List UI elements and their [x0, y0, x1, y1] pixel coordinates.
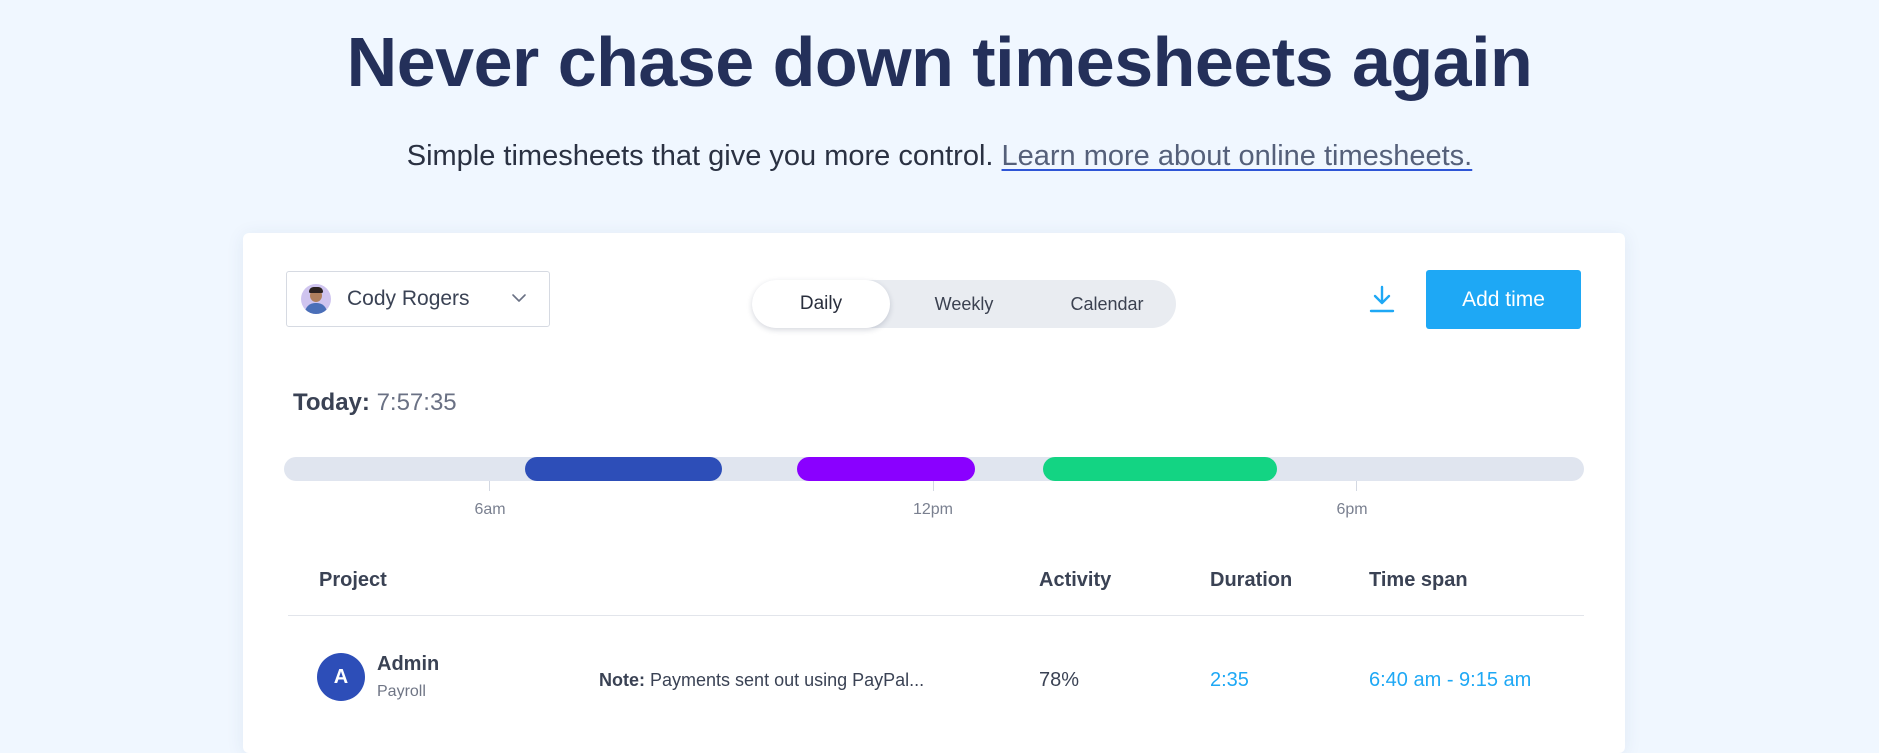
time-span-value[interactable]: 6:40 am - 9:15 am — [1369, 669, 1531, 692]
note-text: Payments sent out using PayPal... — [650, 670, 925, 690]
entry-note: Note: Payments sent out using PayPal... — [599, 670, 924, 691]
project-subtitle: Payroll — [377, 683, 426, 700]
avatar — [301, 284, 331, 314]
timeline-segment-3[interactable] — [1043, 457, 1277, 481]
tick-mark — [933, 481, 934, 491]
project-name: Admin — [377, 653, 440, 675]
note-label: Note: — [599, 670, 645, 690]
user-select[interactable]: Cody Rogers — [286, 271, 550, 327]
column-header-activity: Activity — [1039, 569, 1112, 591]
project-avatar: A — [317, 653, 365, 701]
today-summary: Today: 7:57:35 — [293, 389, 457, 417]
timeline-segment-1[interactable] — [525, 457, 722, 481]
tick-mark — [1356, 481, 1357, 491]
timesheet-card: Cody Rogers Daily Weekly Calendar Add ti… — [243, 233, 1625, 753]
tab-weekly[interactable]: Weekly — [890, 280, 1038, 328]
learn-more-link[interactable]: Learn more about online timesheets. — [1002, 140, 1473, 172]
day-timeline — [284, 457, 1584, 491]
chevron-down-icon — [512, 294, 526, 302]
duration-value[interactable]: 2:35 — [1210, 669, 1249, 692]
user-name: Cody Rogers — [347, 287, 470, 310]
today-label: Today: — [293, 389, 370, 416]
tick-label-6pm: 6pm — [1336, 501, 1368, 518]
column-header-time-span: Time span — [1369, 569, 1468, 591]
column-header-project: Project — [319, 569, 387, 591]
column-header-duration: Duration — [1210, 569, 1293, 591]
tab-daily[interactable]: Daily — [752, 280, 890, 328]
tab-calendar[interactable]: Calendar — [1038, 280, 1176, 328]
view-toggle: Daily Weekly Calendar — [752, 280, 1176, 328]
tick-label-6am: 6am — [474, 501, 506, 518]
activity-value: 78% — [1039, 669, 1080, 691]
subtitle-text: Simple timesheets that give you more con… — [406, 140, 994, 172]
tick-mark — [489, 481, 490, 491]
timeline-segment-2[interactable] — [797, 457, 975, 481]
page-title: Never chase down timesheets again — [346, 23, 1533, 101]
download-icon[interactable] — [1367, 283, 1397, 315]
tick-label-12pm: 12pm — [912, 501, 954, 518]
today-value: 7:57:35 — [376, 389, 457, 416]
header-divider — [288, 615, 1584, 616]
add-time-button[interactable]: Add time — [1426, 270, 1581, 329]
page-subtitle: Simple timesheets that give you more con… — [0, 140, 1879, 173]
